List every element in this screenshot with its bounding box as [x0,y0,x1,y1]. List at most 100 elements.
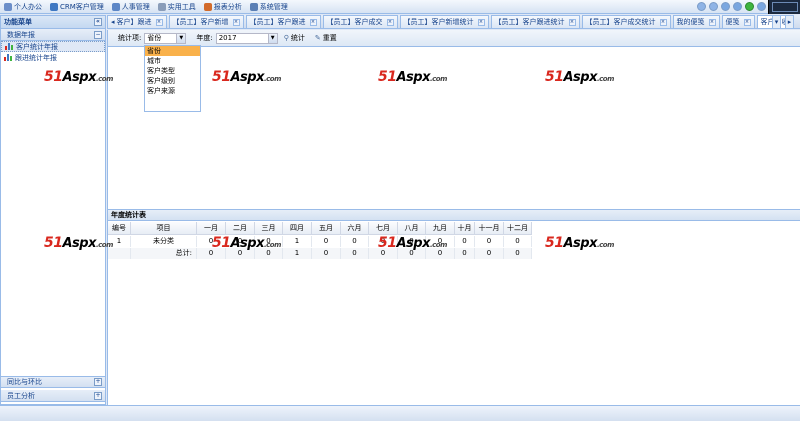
menu-reports[interactable]: 报表分析 [200,0,246,14]
close-icon[interactable]: × [659,18,667,26]
col-header[interactable]: 九月 [426,222,455,234]
dropdown-option-city[interactable]: 城市 [145,56,200,66]
top-icon-group [697,2,766,11]
tab-scroll-right-icon[interactable]: ▸ [785,15,794,29]
plus-icon[interactable]: + [94,391,102,400]
summary-row: 总计: 0 0 0 1 0 0 0 0 0 0 0 0 [108,248,532,259]
table-cell: 0 [426,236,455,247]
menu-personal-office[interactable]: 个人办公 [0,0,46,14]
accordion-section-yoy[interactable]: 同比与环比 + [1,376,105,388]
reset-button[interactable]: ✎ 重置 [315,33,337,43]
menu-hr[interactable]: 人事管理 [108,0,154,14]
close-icon[interactable]: × [568,18,576,26]
home-icon[interactable] [697,2,706,11]
main-content: 统计项: 省份 ▼ 年度: 2017 ▼ ⚲ 统计 ✎ 重置 年度统计表 编号 项目… [107,30,800,405]
col-header[interactable]: 十一月 [475,222,504,234]
accordion-section-employee[interactable]: 员工分析 + [1,390,105,402]
col-header[interactable]: 三月 [255,222,283,234]
menu-tools[interactable]: 实用工具 [154,0,200,14]
tab-notes[interactable]: 便笺 × [721,15,755,28]
table-cell: 1 [108,236,131,247]
col-header[interactable]: 八月 [398,222,426,234]
stat-item-label: 统计项: [118,34,142,42]
user-icon[interactable] [709,2,718,11]
collapse-left-icon[interactable]: « [94,18,102,26]
tab-scroll-left-icon[interactable]: ◂ [111,18,115,26]
tab-employee-new-stats[interactable]: 【员工】客户新增统计 × [399,15,489,28]
table-cell: 0 [426,248,455,259]
tab-employee-followup-stats[interactable]: 【员工】客户跟进统计 × [490,15,580,28]
eraser-icon: ✎ [314,34,321,42]
col-header[interactable]: 五月 [312,222,341,234]
col-header[interactable]: 十月 [455,222,475,234]
settings-icon[interactable] [733,2,742,11]
chart-icon [203,2,212,11]
close-icon[interactable]: × [309,18,317,26]
section-label: 数据年报 [7,30,35,39]
tab-employee-deal[interactable]: 【员工】客户成交 × [322,15,398,28]
bar-chart-icon [5,43,13,50]
stat-button[interactable]: ⚲ 统计 [284,33,305,43]
table-cell: 0 [255,236,283,247]
close-icon[interactable]: × [386,18,394,26]
message-icon[interactable] [745,2,754,11]
table-cell: 0 [197,248,226,259]
col-header[interactable]: 七月 [369,222,398,234]
section-label: 员工分析 [7,391,35,400]
col-header[interactable]: 一月 [197,222,226,234]
col-header[interactable]: 项目 [131,222,197,234]
tab-strip: ◂ 客户】跟进 × 【员工】客户新增 × 【员工】客户跟进 × 【员工】客户成交 × 【员… [107,15,800,29]
table-cell: 0 [226,236,255,247]
tab-customer-followup[interactable]: ◂ 客户】跟进 × [107,15,167,28]
stat-item-select[interactable]: 省份 ▼ [144,32,187,44]
sidebar-item-customer-stats[interactable]: 客户统计年报 [1,41,105,52]
table-cell: 0 [504,236,532,247]
table-cell: 0 [312,236,341,247]
sidebar-item-label: 客户统计年报 [16,42,58,51]
col-header[interactable]: 四月 [283,222,312,234]
close-icon[interactable]: × [743,18,751,26]
table-cell: 1 [283,236,312,247]
menu-crm[interactable]: CRM客户管理 [46,0,108,14]
close-icon[interactable]: × [155,18,163,26]
accordion-section-data-reports[interactable]: 数据年报 − [1,29,105,41]
dropdown-option-customer-level[interactable]: 客户级别 [145,76,200,86]
close-icon[interactable]: × [708,18,716,26]
sidebar-item-followup-stats[interactable]: 跟进统计年报 [1,52,105,63]
tab-employee-deal-stats[interactable]: 【员工】客户成交统计 × [581,15,671,28]
table-cell: 未分类 [131,236,197,247]
col-header[interactable]: 六月 [341,222,369,234]
close-icon[interactable]: × [477,18,485,26]
table-cell: 0 [197,236,226,247]
table-cell: 0 [369,236,398,247]
chevron-down-icon[interactable]: ▼ [176,33,186,43]
minus-icon[interactable]: − [94,30,102,39]
crm-icon [50,2,58,11]
dropdown-option-customer-type[interactable]: 客户类型 [145,66,200,76]
status-bar [0,405,800,421]
table-cell: 0 [475,236,504,247]
menu-system[interactable]: 系统管理 [246,0,292,14]
table-row[interactable]: 1 未分类 0 0 0 1 0 0 0 0 0 0 0 0 [108,236,532,247]
col-header[interactable]: 编号 [108,222,131,234]
tab-employee-followup[interactable]: 【员工】客户跟进 × [245,15,321,28]
col-header[interactable]: 二月 [226,222,255,234]
help-icon[interactable] [721,2,730,11]
year-select[interactable]: 2017 ▼ [215,32,278,44]
tab-employee-new[interactable]: 【员工】客户新增 × [168,15,244,28]
table-cell: 0 [255,248,283,259]
dropdown-option-province[interactable]: 省份 [145,46,200,56]
panel-title: 功能菜单 [4,18,32,26]
plus-icon[interactable]: + [94,378,102,386]
chevron-down-icon[interactable]: ▼ [267,33,277,43]
col-header[interactable]: 十二月 [504,222,532,234]
tab-my-notes[interactable]: 我的便笺 × [672,15,720,28]
stat-item-dropdown: 省份 城市 客户类型 客户级别 客户来源 [144,45,201,112]
bar-chart-icon [4,54,12,61]
close-icon[interactable]: × [232,18,240,26]
power-icon[interactable] [757,2,766,11]
table-cell: 0 [455,236,475,247]
tab-menu-icon[interactable]: ▾ [772,15,781,29]
dropdown-option-customer-source[interactable]: 客户来源 [145,86,200,96]
filter-toolbar: 统计项: 省份 ▼ 年度: 2017 ▼ ⚲ 统计 ✎ 重置 [108,30,800,47]
